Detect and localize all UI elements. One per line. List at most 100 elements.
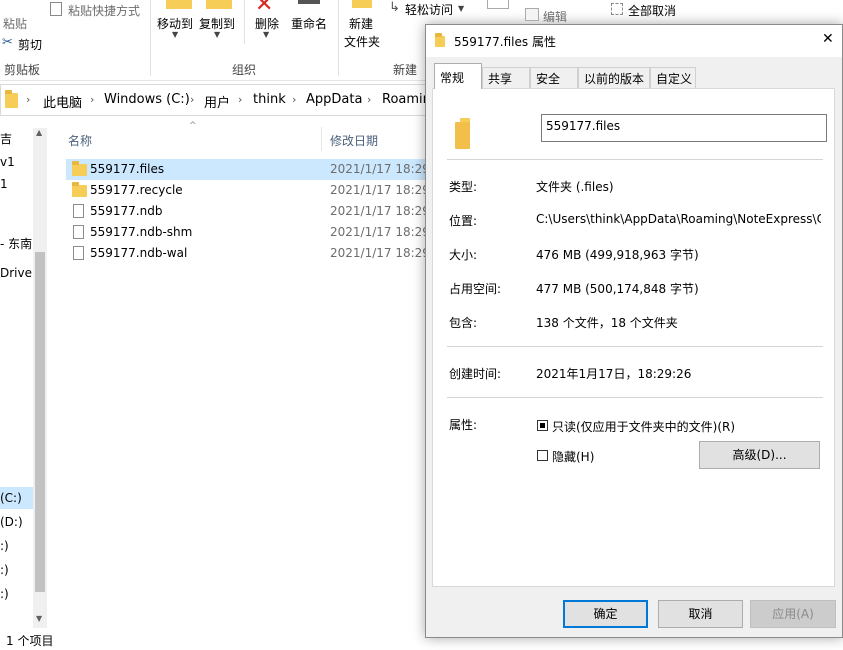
nav-item[interactable]: :) (0, 563, 9, 577)
file-icon (73, 246, 84, 260)
easy-access-button[interactable]: 轻松访问 (405, 1, 453, 18)
paste-shortcut-button[interactable]: 粘贴快捷方式 (68, 2, 140, 19)
folder-icon (72, 161, 87, 176)
breadcrumb-item[interactable]: 此电脑 (43, 92, 82, 111)
status-item-count: 1 个项目 (6, 634, 54, 648)
chevron-right-icon: › (238, 93, 243, 106)
nav-item[interactable]: v1 (0, 155, 15, 169)
created-label: 创建时间: (449, 367, 502, 381)
file-icon (73, 225, 84, 239)
type-value: 文件夹 (.files) (536, 180, 614, 194)
shortcut-icon (50, 2, 62, 16)
attributes-label: 属性: (449, 418, 478, 432)
breadcrumb-item[interactable]: 用户 (204, 92, 230, 111)
divider (447, 397, 823, 398)
hidden-checkbox[interactable] (537, 450, 548, 461)
nav-item[interactable]: 1 (0, 177, 8, 191)
nav-item[interactable]: :) (0, 539, 9, 553)
contains-value: 138 个文件，18 个文件夹 (536, 316, 678, 330)
tab-previous-versions[interactable]: 以前的版本 (578, 67, 650, 88)
organize-group-label: 组织 (232, 63, 257, 77)
tab-sharing[interactable]: 共享 (482, 67, 530, 88)
properties-icon (487, 0, 509, 9)
list-item[interactable]: 559177.ndb-shm 2021/1/17 18:29 (66, 222, 430, 243)
nav-item[interactable]: 吉 (0, 130, 12, 147)
chevron-down-icon: ▼ (458, 4, 465, 13)
paste-button[interactable]: 粘贴 (3, 15, 27, 32)
column-header-date[interactable]: 修改日期 (330, 132, 378, 149)
tab-customize[interactable]: 自定义 (650, 67, 696, 88)
new-folder-button-line1[interactable]: 新建 (349, 15, 373, 32)
list-item[interactable]: 559177.recycle 2021/1/17 18:29 (66, 180, 430, 201)
new-group-label: 新建 (393, 63, 418, 77)
edit-button[interactable]: 编辑 (543, 8, 567, 25)
file-date: 2021/1/17 18:29 (330, 246, 430, 260)
disk-size-value: 477 MB (500,174,848 字节) (536, 282, 699, 296)
nav-item[interactable]: :) (0, 587, 9, 601)
cancel-button[interactable]: 取消 (658, 600, 743, 628)
nav-item[interactable]: - 东南 (0, 235, 32, 252)
created-value: 2021年1月17日，18:29:26 (536, 367, 692, 381)
file-name: 559177.ndb-wal (90, 246, 188, 260)
advanced-button[interactable]: 高级(D)... (699, 441, 820, 469)
column-header-name[interactable]: 名称 (68, 132, 92, 149)
nav-item[interactable]: (D:) (0, 515, 23, 529)
readonly-label[interactable]: 只读(仅应用于文件夹中的文件)(R) (552, 418, 735, 435)
apply-button[interactable]: 应用(A) (750, 600, 836, 628)
tab-general[interactable]: 常规 (434, 63, 482, 89)
folder-icon (5, 90, 18, 108)
list-item[interactable]: 559177.ndb 2021/1/17 18:29 (66, 201, 430, 222)
divider (447, 159, 823, 160)
file-name: 559177.ndb-shm (90, 225, 193, 239)
nav-scrollbar-thumb[interactable] (35, 252, 45, 592)
ribbon-separator (150, 0, 151, 76)
nav-item-windows-c[interactable]: (C:) (0, 491, 22, 505)
chevron-down-icon: ▼ (214, 30, 221, 39)
folder-icon (72, 182, 87, 197)
column-divider[interactable] (321, 127, 322, 151)
chevron-right-icon: › (26, 93, 31, 106)
breadcrumb-item[interactable]: think (253, 92, 286, 107)
ribbon-separator (338, 0, 339, 76)
clipboard-group-label: 剪贴板 (4, 63, 41, 77)
chevron-down-icon: ▼ (172, 30, 179, 39)
chevron-right-icon: › (190, 93, 195, 106)
new-folder-button-line2[interactable]: 文件夹 (344, 33, 380, 50)
tab-security[interactable]: 安全 (530, 67, 578, 88)
chevron-right-icon: › (90, 93, 95, 106)
file-name: 559177.files (90, 162, 165, 176)
rename-button[interactable]: 重命名 (291, 15, 327, 32)
select-none-button[interactable]: 全部取消 (628, 2, 676, 19)
properties-dialog: 559177.files 属性 ✕ 常规 共享 安全 以前的版本 自定义 559… (425, 24, 843, 638)
breadcrumb-item[interactable]: AppData (306, 92, 362, 107)
close-icon[interactable]: ✕ (822, 31, 834, 47)
ok-button[interactable]: 确定 (563, 600, 648, 628)
size-value: 476 MB (499,918,963 字节) (536, 248, 699, 262)
dialog-titlebar[interactable]: 559177.files 属性 ✕ (426, 25, 842, 57)
general-panel: 559177.files 类型: 文件夹 (.files) 位置: C:\Use… (432, 88, 835, 587)
list-item-selected[interactable]: 559177.files 2021/1/17 18:29 (66, 159, 430, 180)
scissors-icon: ✂ (2, 35, 13, 50)
location-label: 位置: (449, 214, 478, 228)
scroll-up-icon[interactable]: ▲ (36, 128, 42, 137)
edit-icon (525, 8, 539, 21)
file-name: 559177.ndb (90, 204, 163, 218)
readonly-checkbox[interactable] (537, 420, 548, 431)
file-date: 2021/1/17 18:29 (330, 225, 430, 239)
easy-access-icon: ↳ (389, 0, 400, 15)
cut-button[interactable]: 剪切 (18, 36, 42, 53)
file-date: 2021/1/17 18:29 (330, 183, 430, 197)
nav-item[interactable]: Drive (0, 266, 32, 280)
file-icon (73, 204, 84, 218)
breadcrumb-item[interactable]: Windows (C:) (104, 92, 190, 107)
hidden-label[interactable]: 隐藏(H) (552, 448, 594, 465)
chevron-right-icon: › (292, 93, 297, 106)
scroll-down-icon[interactable]: ▼ (36, 614, 42, 623)
list-item[interactable]: 559177.ndb-wal 2021/1/17 18:29 (66, 243, 430, 264)
folder-name-input[interactable]: 559177.files (541, 114, 827, 142)
chevron-right-icon: › (367, 93, 372, 106)
file-date: 2021/1/17 18:29 (330, 204, 430, 218)
location-value[interactable]: C:\Users\think\AppData\Roaming\NoteExpre… (536, 212, 821, 226)
select-none-icon (611, 3, 623, 15)
